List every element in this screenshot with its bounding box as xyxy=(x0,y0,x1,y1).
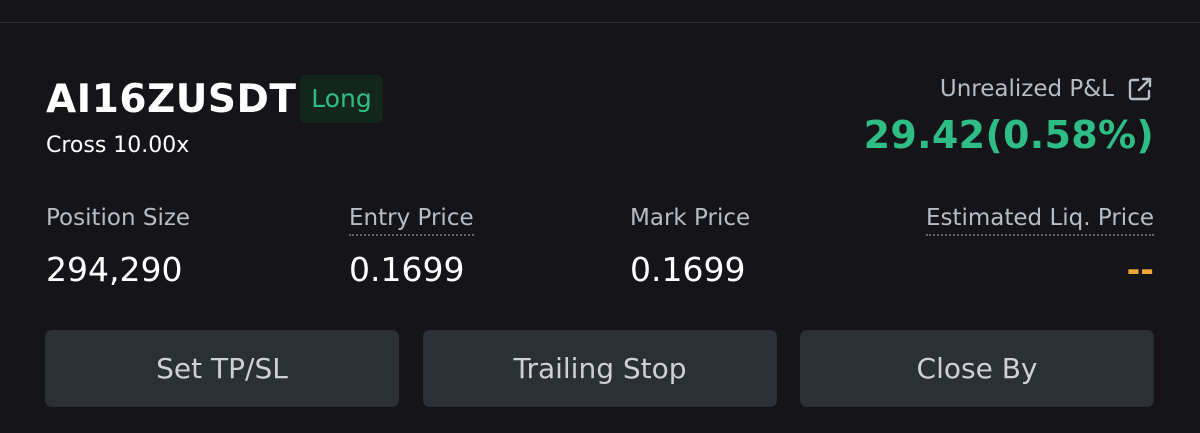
position-card: AI16ZUSDT Long Cross 10.00x Unrealized P… xyxy=(0,0,1200,433)
position-size-value: 294,290 xyxy=(46,250,183,289)
position-size-label: Position Size xyxy=(46,205,191,231)
entry-price-label[interactable]: Entry Price xyxy=(349,203,474,236)
side-badge: Long xyxy=(300,75,383,123)
external-link-icon[interactable] xyxy=(1126,75,1154,103)
entry-price-value: 0.1699 xyxy=(349,250,465,289)
set-tpsl-button[interactable]: Set TP/SL xyxy=(45,330,399,407)
unrealized-pnl-header: Unrealized P&L xyxy=(940,74,1154,104)
top-divider xyxy=(0,22,1200,23)
trailing-stop-button[interactable]: Trailing Stop xyxy=(423,330,777,407)
mark-price-value: 0.1699 xyxy=(630,250,746,289)
estimated-liq-price-label[interactable]: Estimated Liq. Price xyxy=(925,203,1154,236)
unrealized-pnl-value: 29.42(0.58%) xyxy=(863,113,1154,157)
mark-price-label: Mark Price xyxy=(630,205,751,231)
close-by-button[interactable]: Close By xyxy=(800,330,1154,407)
estimated-liq-price-value: -- xyxy=(1126,250,1154,289)
margin-mode-leverage[interactable]: Cross 10.00x xyxy=(46,132,189,160)
unrealized-pnl-label: Unrealized P&L xyxy=(939,76,1114,102)
position-symbol[interactable]: AI16ZUSDT xyxy=(46,78,296,122)
